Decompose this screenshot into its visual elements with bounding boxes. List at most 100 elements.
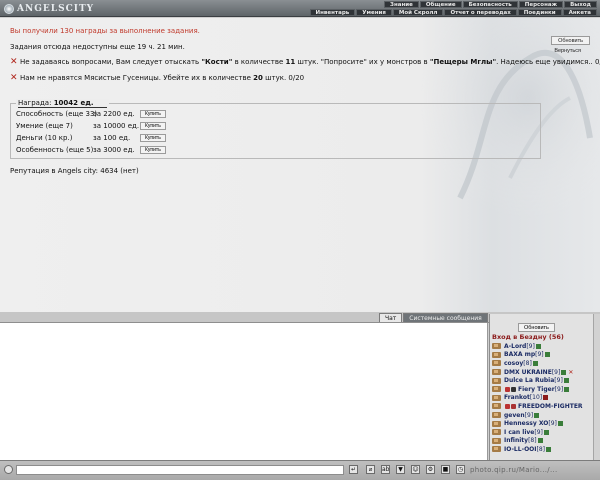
buy-button[interactable]: Купить [140, 110, 166, 118]
lock-icon[interactable]: ■ [441, 465, 450, 474]
user-row[interactable]: IO-LL-OOI [8] [492, 445, 590, 454]
user-name[interactable]: DMX UKRAINE [504, 369, 552, 376]
buy-button[interactable]: Купить [140, 122, 166, 130]
user-row[interactable]: A-Lord [9] [492, 342, 590, 351]
user-row[interactable]: cosoy [8] [492, 359, 590, 368]
info-icon[interactable] [543, 395, 549, 401]
submenu-inventory[interactable]: Инвентарь [309, 9, 356, 16]
menu-communication[interactable]: Общение [419, 1, 462, 8]
clan-icon [492, 343, 501, 350]
info-icon[interactable] [546, 446, 552, 452]
quest-item: ✕ Нам не нравятся Мясистые Гусеницы. Убе… [10, 73, 304, 82]
user-name[interactable]: geven [504, 412, 525, 419]
user-row[interactable]: Dulce La Rubia [9] [492, 376, 590, 385]
user-row[interactable]: geven [9] [492, 411, 590, 420]
quest-text: Не задаваясь вопросами, Вам следует отыс… [20, 58, 600, 66]
chat-tabs: Чат Системные сообщения [379, 313, 488, 322]
cancel-quest-icon[interactable]: ✕ [10, 73, 18, 82]
user-name[interactable]: A-Lord [504, 343, 526, 350]
clan-icon [492, 403, 501, 410]
menu-security[interactable]: Безопасность [462, 1, 518, 8]
buy-button[interactable]: Купить [140, 134, 166, 142]
chat-message-input[interactable] [16, 465, 344, 475]
settings-icon[interactable]: ⚙ [426, 465, 435, 474]
info-icon[interactable] [544, 352, 550, 358]
menu-character[interactable]: Персонаж [518, 1, 564, 8]
info-icon[interactable] [532, 360, 538, 366]
user-name[interactable]: BAXA mp [504, 351, 535, 358]
quest-panel: Вы получили 130 награды за выполнение за… [0, 18, 600, 312]
user-level: [8] [523, 359, 532, 367]
reward-price: за 10000 ед. [93, 122, 140, 130]
refresh-users-button[interactable]: Обновить [518, 323, 555, 332]
reward-shop: Награда: 10042 ед. Способность (еще 33) … [10, 99, 541, 159]
user-row[interactable]: Fiery Tiger [9] [492, 385, 590, 394]
user-name[interactable]: Infinity [504, 437, 528, 444]
user-name[interactable]: Dulce La Rubia [504, 377, 554, 384]
buy-button[interactable]: Купить [140, 146, 166, 154]
user-row[interactable]: I can live [9] [492, 428, 590, 437]
send-icon[interactable]: ↵ [349, 465, 358, 474]
back-button[interactable]: Вернуться [547, 46, 588, 55]
gift-icon [511, 403, 516, 409]
clan-icon [492, 386, 501, 393]
logo[interactable]: ANGELSCITY [4, 2, 154, 15]
info-icon[interactable] [543, 429, 549, 435]
info-icon[interactable] [561, 369, 567, 375]
user-name[interactable]: IO-LL-OOI [504, 446, 537, 453]
menu-exit[interactable]: Выход [564, 1, 597, 8]
clear-icon[interactable]: ⌀ [366, 465, 375, 474]
submenu-skills[interactable]: Умения [356, 9, 392, 16]
reward-name: Умение (еще 7) [16, 122, 73, 130]
filter-icon[interactable]: ▼ [396, 465, 405, 474]
clan-icon [492, 429, 501, 436]
user-name[interactable]: cosoy [504, 360, 523, 367]
user-name[interactable]: FREEDOM-FIGHTER [518, 403, 583, 410]
info-icon[interactable] [537, 438, 543, 444]
user-row[interactable]: Infinity [8] [492, 437, 590, 446]
user-row[interactable]: Hennessy XO [9] [492, 419, 590, 428]
sub-menu: Инвентарь Умения Мой Скролл Отчет о пере… [309, 9, 597, 16]
menu-knowledge[interactable]: Знание [384, 1, 419, 8]
info-icon[interactable] [564, 386, 570, 392]
main-menu: Знание Общение Безопасность Персонаж Вых… [384, 1, 597, 8]
smiley-icon[interactable] [4, 465, 13, 474]
location-title: Вход в Бездну (56) [492, 333, 564, 341]
cancel-quest-icon[interactable]: ✕ [10, 57, 18, 66]
status-icon [505, 386, 510, 392]
user-name[interactable]: I can live [504, 429, 534, 436]
translit-icon[interactable]: ab [381, 465, 390, 474]
info-icon[interactable] [563, 378, 569, 384]
status-icon [505, 403, 510, 409]
info-icon[interactable] [534, 412, 540, 418]
info-icon[interactable] [557, 421, 563, 427]
refresh-button[interactable]: Обновить [551, 36, 590, 45]
user-list-scrollbar[interactable] [593, 314, 600, 460]
clan-icon [492, 360, 501, 367]
user-level: [10] [529, 394, 543, 402]
clock-icon[interactable]: ◷ [456, 465, 465, 474]
reward-price: за 100 ед. [93, 134, 131, 142]
submenu-scroll[interactable]: Мой Скролл [392, 9, 444, 16]
submenu-duels[interactable]: Поединки [517, 9, 562, 16]
info-icon[interactable] [535, 343, 541, 349]
logo-gem-icon [4, 3, 14, 14]
user-name[interactable]: Hennessy XO [504, 420, 548, 427]
smiles-panel-icon[interactable]: ☺ [411, 465, 420, 474]
user-name[interactable]: Fiery Tiger [518, 386, 555, 393]
user-row[interactable]: Frankot [10] [492, 394, 590, 403]
user-level: [8] [528, 437, 537, 445]
chat-area[interactable] [0, 323, 488, 460]
user-row[interactable]: DMX UKRAINE [9] ✕ [492, 368, 590, 377]
user-row[interactable]: BAXA mp [9] [492, 351, 590, 360]
reward-balance: Награда: 10042 ед. [16, 99, 109, 108]
user-level: [9] [524, 411, 534, 419]
tab-chat[interactable]: Чат [379, 313, 403, 322]
reward-row: Деньги (10 кр.) за 100 ед. Купить [16, 134, 166, 142]
user-level: [9] [548, 420, 557, 428]
submenu-profile[interactable]: Анкета [562, 9, 597, 16]
submenu-transfer-report[interactable]: Отчет о переводах [444, 9, 517, 16]
user-row[interactable]: FREEDOM-FIGHTER [492, 402, 590, 411]
user-name[interactable]: Frankot [504, 394, 530, 401]
tab-system-messages[interactable]: Системные сообщения [403, 313, 488, 322]
